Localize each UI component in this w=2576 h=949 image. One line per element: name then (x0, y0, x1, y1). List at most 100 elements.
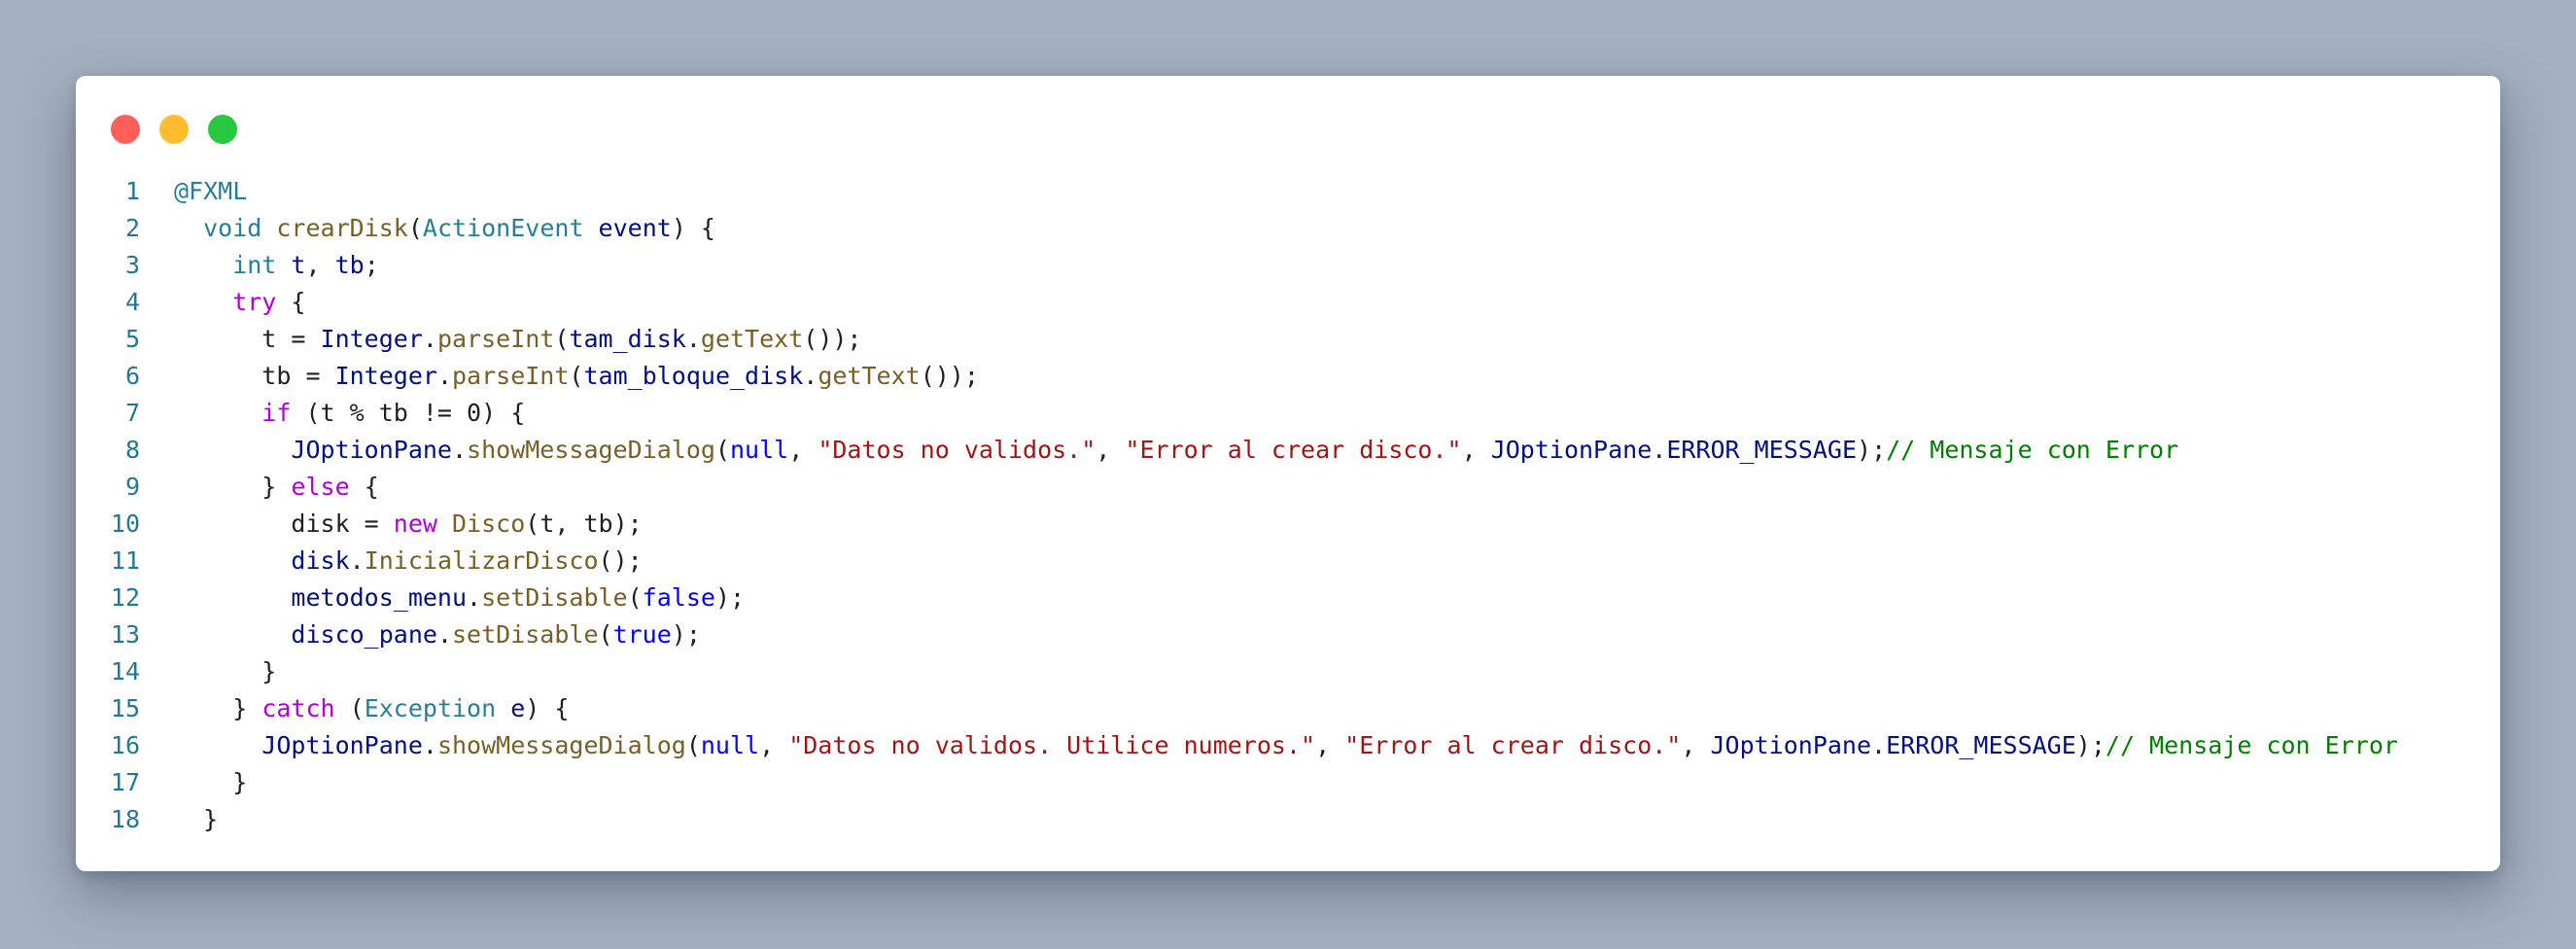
code-token: } (174, 473, 292, 501)
code-token: . (422, 325, 437, 353)
code-token: t = (174, 325, 321, 353)
code-token: (t % tb != 0) { (291, 399, 526, 427)
maximize-window-button[interactable] (208, 115, 237, 144)
code-token: . (436, 362, 452, 390)
line-number: 2 (124, 214, 140, 242)
code-token: ()); (920, 362, 979, 390)
code-line: 1 @FXML (76, 173, 2500, 210)
code-token: ERROR_MESSAGE (1886, 731, 2076, 759)
line-source: void crearDisk(ActionEvent event) { (174, 210, 715, 247)
code-token: parseInt (452, 362, 570, 390)
code-token: JOptionPane (1710, 731, 1872, 759)
code-token: "Error al crear disco." (1125, 436, 1462, 464)
code-token: ERROR_MESSAGE (1666, 436, 1858, 464)
code-token: . (1871, 731, 1887, 759)
code-token: int (174, 251, 277, 279)
line-source: tb = Integer.parseInt(tam_bloque_disk.ge… (174, 358, 979, 395)
code-token: , (759, 731, 789, 759)
line-source: if (t % tb != 0) { (174, 395, 525, 432)
code-token: ( (685, 731, 701, 759)
code-token: true (612, 620, 672, 649)
code-token: showMessageDialog (436, 731, 686, 759)
code-line: 10 disk = new Disco(t, tb); (76, 506, 2500, 543)
code-token: Integer (334, 362, 437, 390)
code-token: null (729, 436, 789, 464)
code-token: , (305, 251, 335, 279)
code-token: } (174, 768, 248, 796)
code-token: . (436, 620, 452, 649)
code-token: disk = (174, 510, 394, 538)
code-token: setDisable (481, 583, 628, 612)
code-token: else (291, 473, 350, 501)
line-source: JOptionPane.showMessageDialog(null, "Dat… (174, 727, 2398, 764)
code-token: ); (2075, 731, 2106, 759)
code-token: . (422, 731, 437, 759)
code-line: 14 } (76, 653, 2500, 690)
line-source: metodos_menu.setDisable(false); (174, 580, 745, 616)
code-token: { (349, 473, 379, 501)
code-token: , (1681, 731, 1711, 759)
code-token: JOptionPane (174, 436, 452, 464)
line-source: disco_pane.setDisable(true); (174, 616, 701, 653)
code-token: disk (174, 546, 350, 575)
minimize-window-button[interactable] (159, 115, 189, 144)
code-token: crearDisk (276, 214, 408, 242)
code-token: InicializarDisco (364, 546, 599, 575)
code-token: } (174, 805, 219, 833)
code-line: 15 } catch (Exception e) { (76, 690, 2500, 727)
code-token: Integer (320, 325, 423, 353)
line-number: 11 (110, 546, 140, 575)
line-source: t = Integer.parseInt(tam_disk.getText())… (174, 321, 861, 358)
code-token: // Mensaje con Error (2105, 731, 2398, 759)
code-token: tb (334, 251, 365, 279)
line-source: } (174, 801, 218, 838)
line-number: 7 (124, 399, 140, 427)
line-number: 3 (124, 251, 140, 279)
code-token: , (788, 436, 818, 464)
code-token: try (174, 288, 277, 316)
code-token: event (598, 214, 672, 242)
code-token: , (1461, 436, 1491, 464)
line-number: 12 (110, 583, 140, 612)
code-line: 4 try { (76, 284, 2500, 321)
code-line: 6 tb = Integer.parseInt(tam_bloque_disk.… (76, 358, 2500, 395)
code-token: ( (334, 694, 365, 722)
code-token: void (174, 214, 262, 242)
code-token: "Datos no validos. Utilice numeros." (788, 731, 1316, 759)
line-number: 4 (124, 288, 140, 316)
code-token: ( (598, 620, 613, 649)
code-token: t (291, 251, 306, 279)
line-number: 13 (110, 620, 140, 649)
code-token: { (276, 288, 306, 316)
code-token: (t, tb); (525, 510, 643, 538)
code-token: ActionEvent (422, 214, 584, 242)
line-number: 8 (124, 436, 140, 464)
code-token: . (451, 436, 468, 464)
code-token: tam_disk (569, 325, 686, 353)
code-line: 2 void crearDisk(ActionEvent event) { (76, 210, 2500, 247)
code-token: "Error al crear disco." (1344, 731, 1682, 759)
code-token: @FXML (174, 177, 248, 205)
code-line: 18 } (76, 801, 2500, 838)
code-line: 5 t = Integer.parseInt(tam_disk.getText(… (76, 321, 2500, 358)
code-token: false (642, 583, 715, 612)
code-token: . (1652, 436, 1667, 464)
line-number: 15 (110, 694, 140, 722)
code-window: 1 @FXML 2 void crearDisk(ActionEvent event… (76, 76, 2500, 871)
line-source: disk = new Disco(t, tb); (174, 506, 643, 543)
code-token: tam_bloque_disk (583, 362, 804, 390)
code-token: null (700, 731, 760, 759)
code-line: 11 disk.InicializarDisco(); (76, 543, 2500, 580)
line-number: 10 (110, 510, 140, 538)
code-token: "Datos no validos." (818, 436, 1097, 464)
code-token: } (174, 657, 277, 685)
close-window-button[interactable] (111, 115, 140, 144)
code-token: ); (714, 583, 746, 612)
code-token: . (685, 325, 701, 353)
line-source: } else { (174, 469, 379, 506)
